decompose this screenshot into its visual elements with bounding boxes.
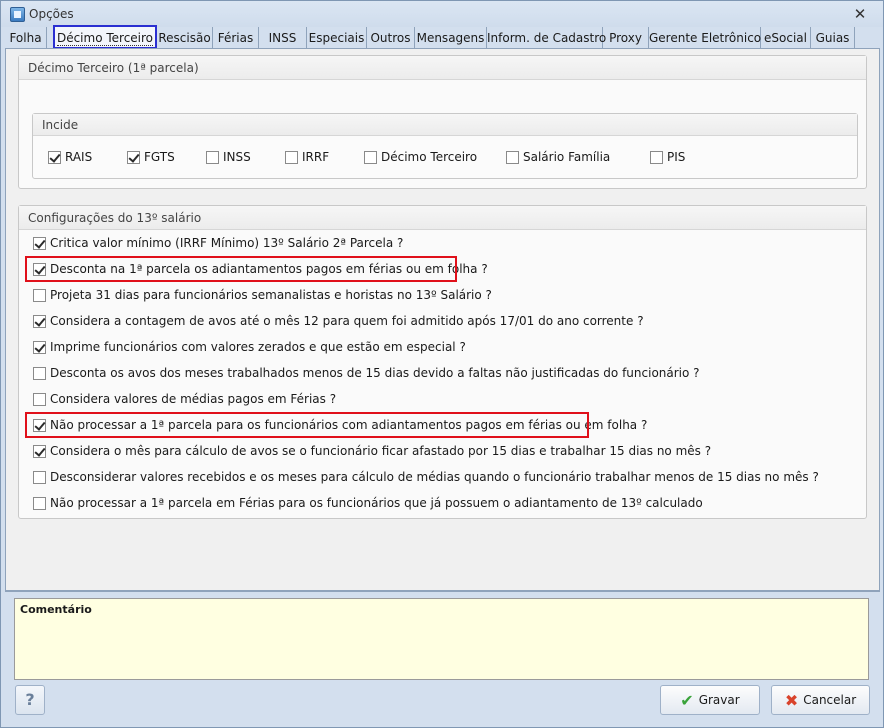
- checkbox-label: Décimo Terceiro: [381, 150, 478, 164]
- option-label: Critica valor mínimo (IRRF Mínimo) 13º S…: [50, 236, 404, 250]
- tab-outros[interactable]: Outros: [367, 27, 415, 49]
- tab-inform-cadastro[interactable]: Inform. de Cadastro: [487, 27, 606, 49]
- option-critica-valor-minimo[interactable]: Critica valor mínimo (IRRF Mínimo) 13º S…: [33, 236, 403, 250]
- checkbox-irrf[interactable]: IRRF: [285, 150, 329, 164]
- checkbox-rais[interactable]: RAIS: [48, 150, 92, 164]
- checkbox-box[interactable]: [48, 150, 61, 164]
- checkbox-box[interactable]: [33, 340, 46, 354]
- tab-bar: Folha Décimo Terceiro Rescisão Férias IN…: [5, 25, 881, 49]
- option-medias-ferias[interactable]: Considera valores de médias pagos em Fér…: [33, 392, 336, 406]
- cancel-x-icon: ✖: [784, 690, 799, 710]
- tab-panel-decimo-terceiro: Décimo Terceiro (1ª parcela) Incide RAIS…: [5, 48, 880, 591]
- save-button[interactable]: ✔ Gravar: [660, 685, 760, 715]
- checkbox-box[interactable]: [33, 444, 46, 458]
- option-projeta-31-dias[interactable]: Projeta 31 dias para funcionários semana…: [33, 288, 492, 302]
- window-title: Opções: [29, 7, 74, 21]
- tab-folha[interactable]: Folha: [5, 27, 47, 49]
- checkbox-box[interactable]: [33, 496, 46, 510]
- checkbox-box[interactable]: [33, 392, 46, 406]
- tab-ferias[interactable]: Férias: [213, 27, 259, 49]
- group-title-incide: Incide: [33, 114, 857, 136]
- app-icon: [10, 7, 25, 22]
- checkbox-label: RAIS: [65, 150, 93, 164]
- separator: [5, 591, 880, 592]
- option-considera-mes-afastado[interactable]: Considera o mês para cálculo de avos se …: [33, 444, 711, 458]
- cancel-button[interactable]: ✖ Cancelar: [771, 685, 870, 715]
- checkbox-label: PIS: [667, 150, 686, 164]
- tab-proxy[interactable]: Proxy: [603, 27, 649, 49]
- checkbox-fgts[interactable]: FGTS: [127, 150, 175, 164]
- options-window: Opções ✕ Folha Décimo Terceiro Rescisão …: [0, 0, 884, 728]
- checkbox-decimo-terceiro[interactable]: Décimo Terceiro: [364, 150, 477, 164]
- checkbox-box[interactable]: [127, 150, 140, 164]
- comment-field[interactable]: Comentário: [14, 598, 869, 680]
- option-desconta-avos-faltas[interactable]: Desconta os avos dos meses trabalhados m…: [33, 366, 700, 380]
- checkmark-icon: ✔: [680, 690, 694, 710]
- option-label: Desconta os avos dos meses trabalhados m…: [50, 366, 700, 380]
- tab-rescisao[interactable]: Rescisão: [157, 27, 213, 49]
- checkbox-box[interactable]: [33, 314, 46, 328]
- option-label: Não processar a 1ª parcela em Férias par…: [50, 496, 703, 510]
- checkbox-label: IRRF: [302, 150, 330, 164]
- checkbox-box[interactable]: [33, 366, 46, 380]
- checkbox-inss[interactable]: INSS: [206, 150, 251, 164]
- option-label: Não processar a 1ª parcela para os funci…: [50, 418, 648, 432]
- checkbox-box[interactable]: [206, 150, 219, 164]
- option-label: Considera o mês para cálculo de avos se …: [50, 444, 712, 458]
- checkbox-box[interactable]: [33, 418, 46, 432]
- checkbox-box[interactable]: [33, 262, 46, 276]
- option-label: Imprime funcionários com valores zerados…: [50, 340, 466, 354]
- checkbox-label: FGTS: [144, 150, 175, 164]
- group-title-primeira-parcela: Décimo Terceiro (1ª parcela): [19, 56, 866, 80]
- option-desconsiderar-valores[interactable]: Desconsiderar valores recebidos e os mes…: [33, 470, 819, 484]
- checkbox-box[interactable]: [506, 150, 519, 164]
- option-contagem-avos[interactable]: Considera a contagem de avos até o mês 1…: [33, 314, 644, 328]
- checkbox-salario-familia[interactable]: Salário Família: [506, 150, 610, 164]
- option-label: Desconsiderar valores recebidos e os mes…: [50, 470, 819, 484]
- title-bar: Opções ✕: [1, 1, 883, 27]
- help-icon: ?: [25, 690, 35, 709]
- checkbox-box[interactable]: [650, 150, 663, 164]
- option-label: Desconta na 1ª parcela os adiantamentos …: [50, 262, 488, 276]
- checkbox-box[interactable]: [33, 470, 46, 484]
- tab-esocial[interactable]: eSocial: [761, 27, 811, 49]
- checkbox-box[interactable]: [285, 150, 298, 164]
- group-incide: Incide RAIS FGTS INSS IRRF Décimo Tercei…: [32, 113, 858, 179]
- checkbox-pis[interactable]: PIS: [650, 150, 685, 164]
- option-nao-processar-adiantamentos[interactable]: Não processar a 1ª parcela para os funci…: [33, 418, 647, 432]
- tab-especiais[interactable]: Especiais: [307, 27, 367, 49]
- checkbox-label: Salário Família: [523, 150, 611, 164]
- option-label: Considera a contagem de avos até o mês 1…: [50, 314, 644, 328]
- save-label: Gravar: [698, 693, 740, 707]
- group-title-configuracoes: Configurações do 13º salário: [19, 206, 866, 230]
- checkbox-box[interactable]: [33, 288, 46, 302]
- checkbox-box[interactable]: [364, 150, 377, 164]
- checkbox-label: INSS: [223, 150, 251, 164]
- group-primeira-parcela: Décimo Terceiro (1ª parcela) Incide RAIS…: [18, 55, 867, 189]
- tab-decimo-terceiro[interactable]: Décimo Terceiro: [53, 25, 157, 49]
- option-desconta-adiantamentos[interactable]: Desconta na 1ª parcela os adiantamentos …: [33, 262, 488, 276]
- option-label: Projeta 31 dias para funcionários semana…: [50, 288, 492, 302]
- help-button[interactable]: ?: [15, 685, 45, 715]
- cancel-label: Cancelar: [803, 693, 857, 707]
- tab-inss[interactable]: INSS: [259, 27, 307, 49]
- checkbox-box[interactable]: [33, 236, 46, 250]
- tab-gerente-eletronico[interactable]: Gerente Eletrônico: [649, 27, 761, 49]
- option-imprime-zerados[interactable]: Imprime funcionários com valores zerados…: [33, 340, 466, 354]
- group-configuracoes: Configurações do 13º salário Critica val…: [18, 205, 867, 519]
- close-icon[interactable]: ✕: [851, 4, 869, 24]
- option-nao-processar-ferias[interactable]: Não processar a 1ª parcela em Férias par…: [33, 496, 703, 510]
- tab-mensagens[interactable]: Mensagens: [415, 27, 487, 49]
- tab-guias[interactable]: Guias: [811, 27, 855, 49]
- comment-label: Comentário: [20, 603, 92, 616]
- option-label: Considera valores de médias pagos em Fér…: [50, 392, 337, 406]
